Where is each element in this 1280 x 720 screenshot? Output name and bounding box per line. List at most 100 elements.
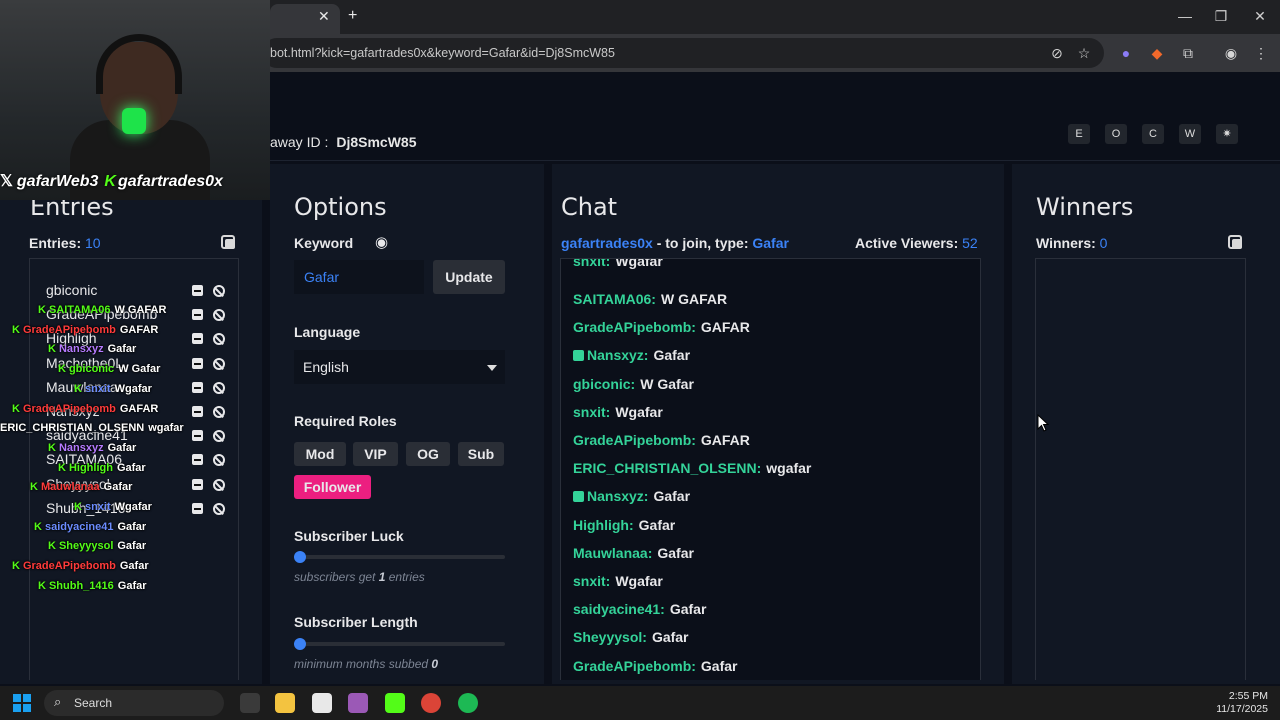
theme-button-c[interactable]: C <box>1142 124 1164 144</box>
chat-username[interactable]: Highligh: <box>573 517 634 533</box>
remove-entry-icon[interactable] <box>192 333 203 344</box>
remove-entry-icon[interactable] <box>192 358 203 369</box>
update-button[interactable]: Update <box>433 260 505 294</box>
extension-ghost-icon[interactable]: ● <box>1117 44 1135 62</box>
ban-entry-icon[interactable] <box>213 479 225 491</box>
remove-entry-icon[interactable] <box>192 503 203 514</box>
ban-entry-icon[interactable] <box>213 285 225 297</box>
ban-entry-icon[interactable] <box>213 358 225 370</box>
camera-off-icon[interactable]: ⊘ <box>1048 44 1066 62</box>
chat-username[interactable]: GradeAPipebomb: <box>573 319 696 335</box>
chevron-down-icon <box>487 365 497 371</box>
kick-badge-icon: K <box>48 441 56 454</box>
chat-username[interactable]: ERIC_CHRISTIAN_OLSENN: <box>573 460 761 476</box>
spotify-icon[interactable] <box>458 693 478 713</box>
sub-luck-slider-thumb[interactable] <box>294 551 306 563</box>
chat-username[interactable]: Nansxyz: <box>587 488 648 504</box>
ban-entry-icon[interactable] <box>213 333 225 345</box>
chat-username[interactable]: snxit: <box>573 573 610 589</box>
chat-username[interactable]: snxit: <box>573 259 610 269</box>
sub-length-slider[interactable] <box>294 638 505 650</box>
theme-button-sparkle[interactable]: ✷ <box>1216 124 1238 144</box>
chat-username[interactable]: GradeAPipebomb: <box>573 658 696 674</box>
chat-join-text: - to join, type: <box>656 235 749 251</box>
copy-winners-icon[interactable] <box>1228 235 1242 249</box>
snipping-tool-icon[interactable] <box>348 693 368 713</box>
extension-fox-icon[interactable]: ◆ <box>1148 44 1166 62</box>
remove-entry-icon[interactable] <box>192 430 203 441</box>
chat-username[interactable]: Sheyyysol: <box>573 629 647 645</box>
minimize-button[interactable]: — <box>1175 8 1195 24</box>
url-text[interactable]: bot.html?kick=gafartrades0x&keyword=Gafa… <box>270 34 615 72</box>
keyword-input[interactable]: Gafar <box>294 260 424 294</box>
theme-button-o[interactable]: O <box>1105 124 1127 144</box>
chat-username[interactable]: snxit: <box>573 404 610 420</box>
theme-button-w[interactable]: W <box>1179 124 1201 144</box>
role-follower-button[interactable]: Follower <box>294 475 371 499</box>
sub-luck-hint-post: entries <box>388 570 425 584</box>
close-tab-icon[interactable]: ✕ <box>318 8 330 25</box>
store-icon[interactable] <box>312 693 332 713</box>
taskbar-search[interactable]: ⌕ Search <box>44 690 224 716</box>
chat-channel-link[interactable]: gafartrades0x <box>561 235 653 251</box>
role-og-button[interactable]: OG <box>406 442 450 466</box>
chat-username[interactable]: gbiconic: <box>573 376 635 392</box>
copy-entries-icon[interactable] <box>221 235 235 249</box>
active-viewers-label: Active Viewers: <box>855 235 959 251</box>
theme-button-e[interactable]: E <box>1068 124 1090 144</box>
chat-username[interactable]: GradeAPipebomb: <box>573 432 696 448</box>
ban-entry-icon[interactable] <box>213 454 225 466</box>
stream-chat-overlay-line: K Nansxyz Gafar <box>48 442 136 454</box>
extensions-puzzle-icon[interactable]: ⧉ <box>1179 44 1197 62</box>
overlay-username: gbiconic <box>68 363 115 376</box>
profile-avatar-icon[interactable]: ◉ <box>1222 44 1240 62</box>
language-select[interactable]: English <box>294 350 505 384</box>
new-tab-button[interactable]: + <box>348 7 357 25</box>
entry-name: gbiconic <box>46 282 98 298</box>
kick-badge-icon: K <box>38 304 46 316</box>
chat-messages[interactable]: snxit: Wgafar SAITAMA06: W GAFAR GradeAPipeb… <box>560 258 981 680</box>
remove-entry-icon[interactable] <box>192 454 203 465</box>
ban-entry-icon[interactable] <box>213 430 225 442</box>
overlay-message: GAFAR <box>119 323 159 336</box>
role-mod-button[interactable]: Mod <box>294 442 346 466</box>
close-window-button[interactable]: ✕ <box>1250 8 1270 25</box>
sub-luck-hint-pre: subscribers get <box>294 570 376 584</box>
browser-menu-icon[interactable]: ⋮ <box>1252 44 1270 62</box>
entries-count-label: Entries: 10 <box>29 235 101 251</box>
remove-entry-icon[interactable] <box>192 382 203 393</box>
system-clock[interactable]: 2:55 PM 11/17/2025 <box>1216 690 1268 716</box>
sub-length-hint: minimum months subbed 0 <box>294 657 438 671</box>
chrome-icon[interactable] <box>421 693 441 713</box>
maximize-button[interactable]: ❐ <box>1211 8 1231 25</box>
role-vip-button[interactable]: VIP <box>353 442 398 466</box>
chat-username[interactable]: Nansxyz: <box>587 347 648 363</box>
role-sub-button[interactable]: Sub <box>458 442 504 466</box>
chat-text: Gafar <box>638 517 676 533</box>
chat-username[interactable]: Mauwlanaa: <box>573 545 652 561</box>
remove-entry-icon[interactable] <box>192 479 203 490</box>
stream-chat-overlay-line: K GradeAPipebomb Gafar <box>12 560 149 572</box>
ban-entry-icon[interactable] <box>213 382 225 394</box>
x-logo-icon: 𝕏 <box>0 173 13 190</box>
remove-entry-icon[interactable] <box>192 285 203 296</box>
task-view-icon[interactable] <box>240 693 260 713</box>
ban-entry-icon[interactable] <box>213 503 225 515</box>
chat-username[interactable]: SAITAMA06: <box>573 291 656 307</box>
remove-entry-icon[interactable] <box>192 406 203 417</box>
bookmark-star-icon[interactable]: ☆ <box>1075 44 1093 62</box>
remove-entry-icon[interactable] <box>192 309 203 320</box>
chat-join-info: gafartrades0x - to join, type: Gafar <box>561 235 789 251</box>
sub-length-slider-thumb[interactable] <box>294 638 306 650</box>
chat-username[interactable]: saidyacine41: <box>573 601 665 617</box>
windows-start-icon[interactable] <box>13 694 31 712</box>
kick-app-icon[interactable] <box>385 693 405 713</box>
sub-luck-slider[interactable] <box>294 551 505 563</box>
file-explorer-icon[interactable] <box>275 693 295 713</box>
ban-entry-icon[interactable] <box>213 406 225 418</box>
sub-luck-label: Subscriber Luck <box>294 528 404 544</box>
ban-entry-icon[interactable] <box>213 309 225 321</box>
entries-count: 10 <box>85 235 101 251</box>
kick-handle: gafartrades0x <box>117 173 223 190</box>
eye-icon[interactable]: ◉ <box>375 233 388 251</box>
